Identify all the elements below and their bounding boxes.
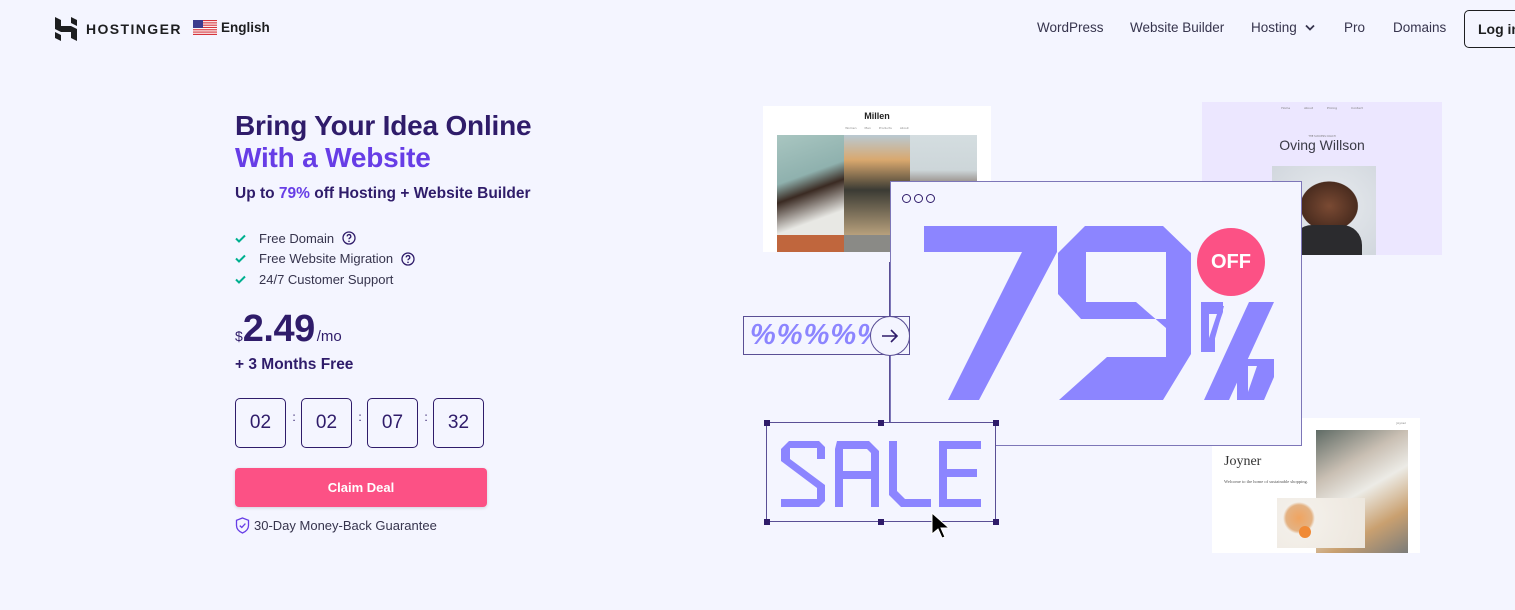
site-header: HOSTINGER English WordPress Website Buil… (0, 0, 1515, 58)
arrow-button[interactable] (870, 316, 910, 356)
check-icon (235, 275, 246, 284)
oving-nav-item: About (1304, 106, 1313, 110)
oving-title: Oving Willson (1279, 137, 1365, 153)
feature-item: Free Domain (235, 228, 415, 249)
shield-check-icon (235, 517, 250, 534)
subtitle-prefix: Up to (235, 185, 279, 202)
millen-title: Millen (864, 111, 890, 121)
hero-title-line1: Bring Your Idea Online (235, 110, 532, 141)
login-button[interactable]: Log in (1464, 10, 1515, 48)
guarantee-label: 30-Day Money-Back Guarantee (254, 518, 437, 533)
price: $ 2.49 /mo (235, 308, 342, 351)
millen-nav-item: Products (878, 126, 892, 130)
resize-handle[interactable] (764, 519, 770, 525)
subtitle-discount: 79% (278, 185, 310, 202)
nav-website-builder[interactable]: Website Builder (1130, 20, 1224, 35)
millen-nav-item: Men (864, 126, 871, 130)
off-badge: OFF (1197, 228, 1265, 296)
countdown-timer: 02 : 02 : 07 : 32 (235, 398, 484, 448)
claim-deal-button[interactable]: Claim Deal (235, 468, 487, 507)
oving-nav: Home About Pricing Contact (1202, 106, 1442, 110)
countdown-seconds: 32 (433, 398, 484, 448)
countdown-hours: 02 (301, 398, 352, 448)
countdown-minutes: 07 (367, 398, 418, 448)
bonus-text: + 3 Months Free (235, 356, 354, 373)
price-amount: 2.49 (242, 308, 315, 350)
oving-nav-item: Pricing (1326, 106, 1338, 110)
hero-subtitle: Up to 79% off Hosting + Website Builder (235, 185, 531, 203)
check-icon (235, 255, 246, 264)
millen-nav: Women Men Products About (763, 126, 991, 130)
countdown-days: 02 (235, 398, 286, 448)
millen-photo-strip (777, 235, 844, 252)
percent-strip-text: %%%%% (750, 319, 884, 351)
nav-wordpress[interactable]: WordPress (1037, 20, 1104, 35)
promo-window: OFF (890, 181, 1302, 446)
countdown-separator: : (358, 410, 362, 424)
sale-graphic (781, 441, 981, 507)
feature-item: 24/7 Customer Support (235, 269, 415, 290)
mouse-cursor-icon (931, 512, 951, 539)
millen-nav-item: About (899, 126, 909, 130)
subtitle-suffix: off Hosting + Website Builder (309, 185, 531, 202)
joyner-title: Joyner (1224, 454, 1262, 469)
joyner-photo-melon (1277, 498, 1365, 548)
resize-handle[interactable] (764, 420, 770, 426)
help-icon[interactable] (401, 252, 415, 266)
price-period: /mo (316, 328, 342, 345)
feature-label: Free Domain (259, 230, 335, 246)
money-back-guarantee: 30-Day Money-Back Guarantee (235, 517, 437, 534)
countdown-separator: : (424, 410, 428, 424)
feature-label: Free Website Migration (259, 251, 394, 267)
millen-nav-item: Women (845, 126, 857, 130)
joyner-text: Welcome to the home of sustainable shopp… (1224, 479, 1308, 484)
main-nav: WordPress Website Builder Hosting Pro Do… (0, 20, 1515, 40)
resize-handle[interactable] (993, 420, 999, 426)
nav-hosting-label: Hosting (1251, 20, 1297, 35)
sale-selection-box (764, 420, 999, 525)
resize-handle[interactable] (993, 519, 999, 525)
price-currency: $ (235, 328, 243, 344)
help-icon[interactable] (342, 231, 356, 245)
nav-pro[interactable]: Pro (1344, 20, 1365, 35)
promo-79-graphic (924, 226, 1274, 400)
oving-nav-item: Contact (1351, 106, 1363, 110)
feature-list: Free Domain Free Website Migration 24/7 … (235, 228, 415, 290)
check-icon (235, 234, 246, 243)
chevron-down-icon (1305, 24, 1315, 31)
nav-domains[interactable]: Domains (1393, 20, 1446, 35)
hero-title: Bring Your Idea Online With a Website (235, 110, 532, 174)
resize-handle[interactable] (878, 420, 884, 426)
millen-photo-portrait (777, 135, 844, 235)
resize-handle[interactable] (878, 519, 884, 525)
arrow-right-icon (882, 329, 899, 343)
feature-label: 24/7 Customer Support (259, 271, 394, 287)
oving-nav-item: Home (1281, 106, 1291, 110)
nav-hosting[interactable]: Hosting (1251, 20, 1315, 35)
hero-title-line2: With a Website (235, 142, 431, 173)
countdown-separator: : (292, 410, 296, 424)
joyner-brand: Joyner (1396, 421, 1406, 425)
feature-item: Free Website Migration (235, 249, 415, 270)
